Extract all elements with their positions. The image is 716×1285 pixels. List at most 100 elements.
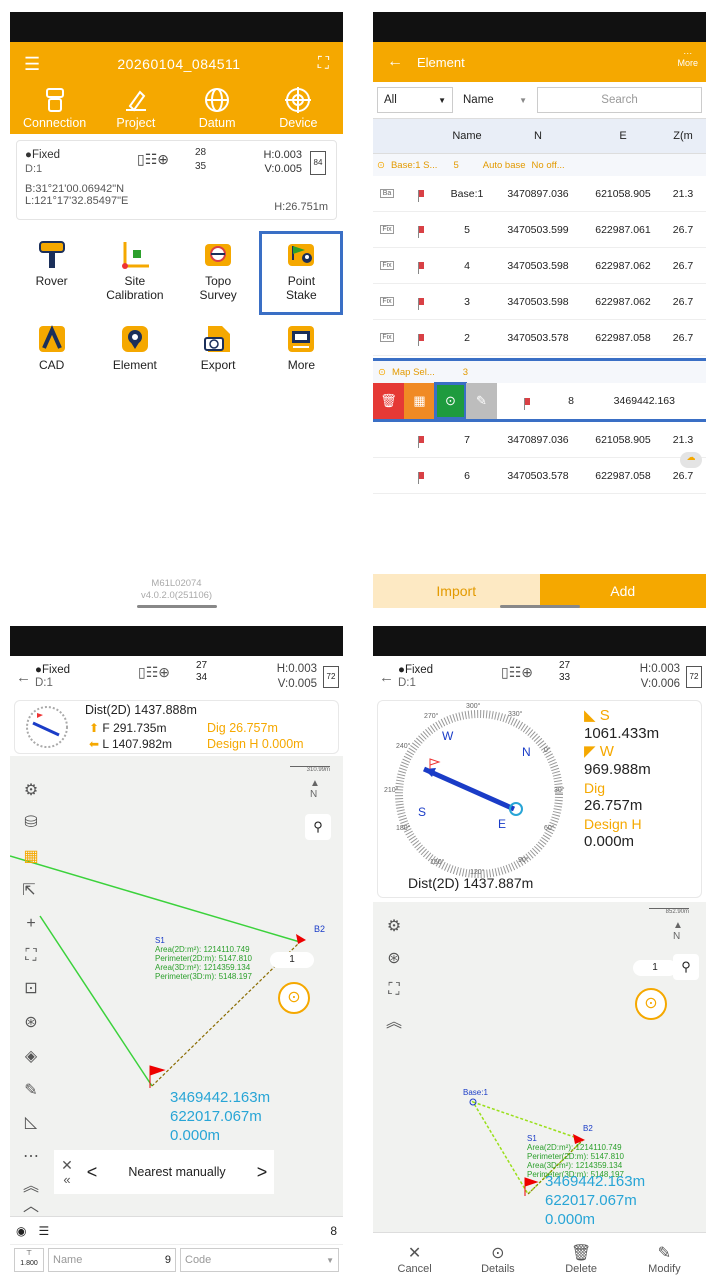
map-action-button[interactable]: ▦ xyxy=(404,383,435,419)
fullscreen-icon[interactable]: ⛶ xyxy=(16,942,46,970)
map-grid-icon[interactable]: ▦ xyxy=(16,842,46,870)
add-point-icon[interactable]: + xyxy=(16,910,46,938)
pole-icon[interactable]: ⚲ xyxy=(673,954,699,980)
gnss-status-card: ●Fixed D:1 ▯☷⊕ 28 35 H:0.003 V:0.005 84 … xyxy=(16,140,337,220)
tab-connection[interactable]: Connection xyxy=(15,86,95,130)
group-header-base[interactable]: ⊙ Base:1 S... 5 Auto base No off... xyxy=(373,154,706,176)
receiver-icon xyxy=(45,88,64,112)
antenna-height-button[interactable]: ⊤ 1.800 xyxy=(14,1248,44,1272)
tab-device[interactable]: Device xyxy=(258,86,338,130)
stake-action-button[interactable]: ⊙ xyxy=(434,382,467,420)
close-icon: ✕ xyxy=(407,1245,422,1262)
back-arrow-icon[interactable]: ← xyxy=(16,669,31,686)
crosshair-icon xyxy=(285,87,312,113)
sw-arrow-icon: ◣ xyxy=(584,707,596,724)
point-name: 6 xyxy=(464,469,470,482)
home-screen: ☰ 20260104_084511 ⛶ Connection Project D… xyxy=(10,12,343,608)
measure-icon[interactable]: ◺ xyxy=(16,1108,46,1136)
edit-action-button[interactable]: ✎ xyxy=(466,383,497,419)
add-button[interactable]: Add xyxy=(539,574,706,608)
mini-compass-icon xyxy=(26,706,68,748)
table-row[interactable]: Fix 2 3470503.578 622987.058 26.7 xyxy=(373,320,706,356)
v-precision: V:0.005 xyxy=(277,678,317,690)
record-icon[interactable]: ◉ xyxy=(16,1224,26,1238)
map-view[interactable]: 852.90m ▲ N 1 ⚲ ⊙ ⚙ ⊛ ⛶ ︽ Base:1 B2 S1 Ar… xyxy=(373,902,706,1232)
flag-icon xyxy=(401,296,441,310)
tile-element[interactable]: Element xyxy=(96,318,174,396)
tile-topo-survey[interactable]: Topo Survey xyxy=(179,234,257,312)
settings-icon[interactable]: ⚙ xyxy=(379,912,409,940)
collapse-up-icon[interactable]: ︽ xyxy=(379,1006,409,1034)
cloud-icon[interactable]: ☁ xyxy=(680,452,702,468)
flag-icon xyxy=(401,260,441,274)
nearest-label: Nearest manually xyxy=(128,1165,226,1179)
modify-button[interactable]: ✎ Modify xyxy=(624,1243,704,1275)
group-header-map[interactable]: ⊙ Map Sel... 3 xyxy=(373,361,706,383)
locate-icon[interactable]: ⊙ xyxy=(635,988,667,1020)
chevron-up-icon[interactable]: ︿ xyxy=(16,1194,46,1215)
list-icon[interactable]: ☰ xyxy=(38,1224,330,1238)
northing: 3470503.598 xyxy=(507,295,569,308)
table-row[interactable]: Fix 3 3470503.598 622987.062 26.7 xyxy=(373,284,706,320)
settings-icon[interactable]: ⚙ xyxy=(16,776,46,804)
layers-icon[interactable]: ◈ xyxy=(16,1042,46,1070)
locate-icon[interactable]: ⊙ xyxy=(278,982,310,1014)
filter-name-select[interactable]: Name ▼ xyxy=(457,87,533,113)
close-icon[interactable]: ✕ « xyxy=(54,1158,80,1187)
pin-icon[interactable]: ⊛ xyxy=(16,1008,46,1036)
code-field[interactable]: Code ▼ xyxy=(180,1248,339,1272)
target-coordinates: 3469442.163m 622017.067m 0.000m xyxy=(545,1173,646,1228)
delete-action-button[interactable]: 🗑 xyxy=(373,383,404,419)
layers-db-icon[interactable]: ⛁ xyxy=(16,808,46,836)
flag-icon xyxy=(401,470,441,484)
globe-icon xyxy=(205,88,230,112)
dig-value: Dig 26.757m xyxy=(207,721,278,735)
name-field[interactable]: Name 9 xyxy=(48,1248,176,1272)
more-button[interactable]: ··· More xyxy=(677,48,698,68)
elevation: 26.7 xyxy=(672,469,694,482)
tile-cad[interactable]: CAD xyxy=(13,318,91,396)
delete-button[interactable]: 🗑 Delete xyxy=(541,1243,621,1275)
rewind-icon[interactable]: « xyxy=(63,1172,70,1187)
v-precision: V:0.006 xyxy=(640,678,680,690)
pole-icon[interactable]: ⚲ xyxy=(305,814,331,840)
tab-datum[interactable]: Datum xyxy=(177,86,257,130)
table-row[interactable]: 7 3470897.036 621058.905 21.3 xyxy=(373,422,706,458)
tile-rover[interactable]: Rover xyxy=(13,234,91,312)
fullscreen-icon[interactable]: ⛶ xyxy=(379,976,409,1004)
left-arrow-icon: ⬅ xyxy=(89,737,100,751)
menu-icon[interactable]: ☰ xyxy=(24,54,40,75)
back-arrow-icon[interactable]: ← xyxy=(387,53,403,71)
scan-icon[interactable]: ⛶ xyxy=(318,55,329,73)
page-indicator[interactable]: 1 xyxy=(270,952,314,968)
filter-all-select[interactable]: All ▼ xyxy=(377,87,453,113)
table-row[interactable]: Fix 5 3470503.599 622987.061 26.7 xyxy=(373,212,706,248)
more-tools-icon[interactable]: ⋯ xyxy=(16,1142,46,1170)
easting: 622987.061 xyxy=(595,223,651,236)
tile-export[interactable]: Export xyxy=(179,318,257,396)
search-input[interactable]: Search xyxy=(537,87,702,113)
table-row[interactable]: 6 3470503.578 622987.058 26.7 xyxy=(373,458,706,494)
prev-arrow-icon[interactable]: < xyxy=(80,1162,104,1183)
back-arrow-icon[interactable]: ← xyxy=(379,669,394,686)
page-indicator[interactable]: 1 xyxy=(633,960,677,976)
table-row[interactable]: Ba Base:1 3470897.036 621058.905 21.3 xyxy=(373,176,706,212)
details-button[interactable]: ⊙ Details xyxy=(458,1243,538,1275)
h-precision: H:0.003 xyxy=(263,149,302,161)
zoom-extent-icon[interactable]: ⊡ xyxy=(16,974,46,1002)
table-row[interactable]: Fix 4 3470503.598 622987.062 26.7 xyxy=(373,248,706,284)
next-arrow-icon[interactable]: > xyxy=(250,1162,274,1183)
tab-project[interactable]: Project xyxy=(96,86,176,130)
import-button[interactable]: Import xyxy=(373,574,540,608)
map-view[interactable]: 310.99m ▲ N ⚲ S1 Area(2D:m²): 1214110.749… xyxy=(10,756,343,1216)
pin-icon[interactable]: ⊛ xyxy=(379,944,409,972)
scale-bar: 852.90m xyxy=(649,908,689,915)
easting: 621058.905 xyxy=(595,187,651,200)
draw-icon[interactable]: ✎ xyxy=(16,1076,46,1104)
tile-point-stake[interactable]: Point Stake xyxy=(259,231,343,315)
cancel-button[interactable]: ✕ Cancel xyxy=(375,1243,455,1275)
map-geometry xyxy=(469,1098,585,1196)
tile-site-calibration[interactable]: Site Calibration xyxy=(96,234,174,312)
tile-more[interactable]: More xyxy=(262,318,340,396)
select-cursor-icon[interactable]: ⇱ xyxy=(14,876,44,904)
